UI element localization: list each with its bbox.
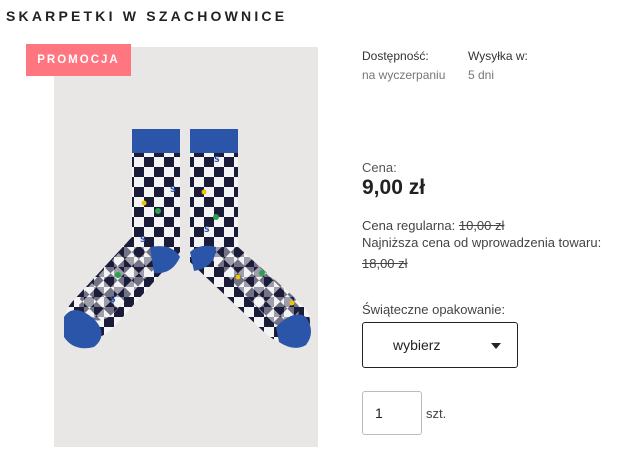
shipping-value: 5 dni (468, 68, 495, 82)
svg-text:S: S (140, 235, 146, 244)
lowest-price-label: Najniższa cena od wprowadzenia towaru: (362, 235, 602, 250)
gift-wrap-selected: wybierz (393, 337, 441, 353)
availability-label: Dostępność: (362, 49, 429, 63)
regular-price-label: Cena regularna: (362, 218, 456, 233)
current-price: 9,00 zł (362, 176, 426, 199)
quantity-unit: szt. (426, 406, 447, 421)
quantity-input[interactable] (362, 391, 422, 435)
right-sock (190, 129, 311, 348)
svg-text:S: S (170, 185, 176, 194)
product-title: SKARPETKI W SZACHOWNICE (6, 8, 288, 24)
socks-illustration: S S S S S (64, 129, 311, 349)
shipping-label: Wysyłka w: (468, 49, 528, 63)
price-label: Cena: (362, 160, 397, 175)
promo-badge: PROMOCJA (26, 44, 131, 76)
chevron-down-icon (491, 343, 501, 349)
regular-price-value: 10,00 zł (458, 218, 505, 233)
product-image[interactable]: S S S S S (54, 47, 318, 447)
gift-wrap-label: Świąteczne opakowanie: (362, 302, 506, 317)
regular-price-row: Cena regularna: 10,00 zł (362, 218, 504, 233)
gift-wrap-select[interactable]: wybierz (362, 322, 518, 368)
left-sock (64, 129, 180, 349)
svg-text:S: S (204, 225, 210, 234)
svg-text:S: S (110, 295, 116, 304)
svg-text:S: S (214, 155, 220, 164)
availability-value: na wyczerpaniu (362, 68, 446, 82)
lowest-price-value: 18,00 zł (362, 256, 408, 271)
